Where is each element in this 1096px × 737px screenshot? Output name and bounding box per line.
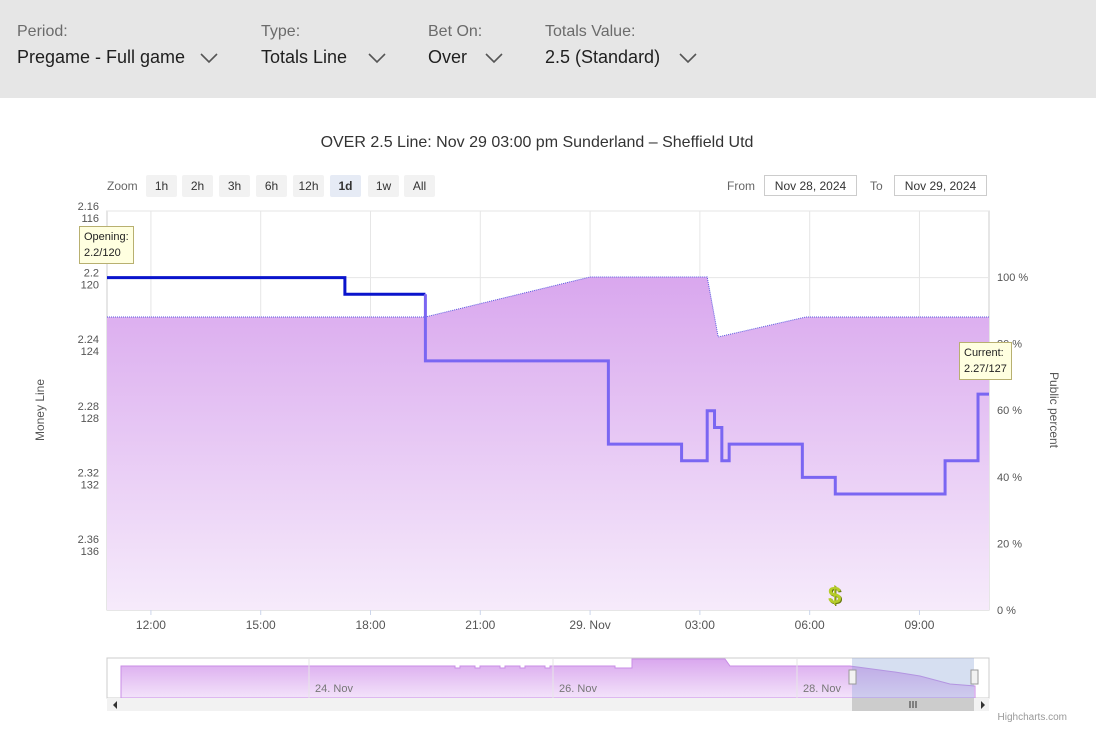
odds-chart: OVER 2.5 Line: Nov 29 03:00 pm Sunderlan… bbox=[33, 134, 1061, 711]
highcharts-credit[interactable]: Highcharts.com bbox=[998, 712, 1067, 723]
y-left-money-label: 136 bbox=[81, 546, 99, 558]
navigator-tick-label: 26. Nov bbox=[559, 683, 597, 695]
type-value[interactable]: Totals Line bbox=[261, 47, 347, 68]
y-right-tick-label: 40 % bbox=[997, 472, 1022, 484]
navigator-series bbox=[120, 658, 976, 699]
y-left-money-label: 128 bbox=[81, 413, 99, 425]
y-axis-left-title: Money Line bbox=[33, 379, 47, 441]
navigator-frame bbox=[106, 657, 990, 699]
navigator-tick-label: 24. Nov bbox=[315, 683, 353, 695]
chevron-down-icon[interactable] bbox=[485, 52, 503, 64]
y-right-tick-label: 0 % bbox=[997, 605, 1016, 617]
x-tick-label: 09:00 bbox=[904, 618, 934, 632]
y-left-tick-label: 2.32 bbox=[78, 467, 99, 479]
x-tick-label: 21:00 bbox=[465, 618, 495, 632]
scrollbar-track bbox=[107, 698, 989, 711]
zoom-button-6h[interactable]: 6h bbox=[256, 175, 287, 197]
x-tick-label: 15:00 bbox=[246, 618, 276, 632]
chevron-down-icon[interactable] bbox=[368, 52, 386, 64]
navigator-handle bbox=[848, 669, 857, 685]
y-right-tick-label: 100 % bbox=[997, 272, 1028, 284]
opening-tooltip-value: 2.2/120 bbox=[84, 247, 121, 259]
y-right-tick-label: 20 % bbox=[997, 538, 1022, 550]
zoom-button-3h[interactable]: 3h bbox=[219, 175, 250, 197]
zoom-button-1d[interactable]: 1d bbox=[330, 175, 361, 197]
y-left-money-label: 132 bbox=[81, 479, 99, 491]
y-right-tick-label: 60 % bbox=[997, 405, 1022, 417]
y-left-tick-label: 2.2 bbox=[84, 268, 99, 280]
bet-on-value[interactable]: Over bbox=[428, 47, 467, 68]
period-label: Period: bbox=[17, 23, 68, 40]
y-left-tick-label: 2.36 bbox=[78, 534, 99, 546]
x-tick-label: 29. Nov bbox=[569, 618, 610, 632]
y-left-tick-label: 2.16 bbox=[78, 201, 99, 213]
filter-bar: Period: Pregame - Full game Type: Totals… bbox=[0, 0, 1096, 98]
navigator-selection bbox=[852, 658, 974, 698]
zoom-button-12h[interactable]: 12h bbox=[293, 175, 324, 197]
x-tick-label: 06:00 bbox=[795, 618, 825, 632]
chevron-down-icon[interactable] bbox=[679, 52, 697, 64]
y-left-money-label: 124 bbox=[81, 346, 99, 358]
money-line-late bbox=[423, 294, 989, 496]
navigator-tick-label: 28. Nov bbox=[803, 683, 841, 695]
y-axis-right-title: Public percent bbox=[1047, 372, 1061, 449]
public-percent-area bbox=[107, 277, 989, 610]
type-filter[interactable]: Type: Totals Line bbox=[261, 0, 401, 98]
type-label: Type: bbox=[261, 23, 301, 40]
plot-area bbox=[106, 210, 990, 611]
totals-value-filter[interactable]: Totals Value: 2.5 (Standard) bbox=[545, 0, 725, 98]
bet-on-label: Bet On: bbox=[428, 23, 483, 40]
opening-tooltip-label: Opening: bbox=[84, 231, 129, 243]
totals-value-value[interactable]: 2.5 (Standard) bbox=[545, 47, 660, 68]
period-filter[interactable]: Period: Pregame - Full game bbox=[17, 0, 237, 98]
scroll-left-icon bbox=[113, 701, 117, 709]
y-left-tick-label: 2.24 bbox=[78, 334, 99, 346]
zoom-button-1w[interactable]: 1w bbox=[368, 175, 399, 197]
zoom-button-All[interactable]: All bbox=[404, 175, 435, 197]
chevron-down-icon[interactable] bbox=[200, 52, 218, 64]
money-line-early bbox=[107, 276, 426, 296]
from-label: From bbox=[727, 179, 755, 193]
scroll-right-icon bbox=[981, 701, 985, 709]
zoom-label: Zoom bbox=[107, 179, 138, 193]
y-left-tick-label: 2.28 bbox=[78, 401, 99, 413]
x-tick-label: 03:00 bbox=[685, 618, 715, 632]
to-date-input[interactable]: Nov 29, 2024 bbox=[894, 175, 987, 196]
zoom-button-2h[interactable]: 2h bbox=[182, 175, 213, 197]
navigator-handle bbox=[970, 669, 979, 685]
public-percent-line bbox=[107, 276, 989, 338]
chart-title: OVER 2.5 Line: Nov 29 03:00 pm Sunderlan… bbox=[321, 134, 754, 151]
dollar-icon[interactable]: $ bbox=[828, 582, 841, 610]
y-left-money-label: 120 bbox=[81, 280, 99, 292]
current-tooltip-label: Current: bbox=[964, 347, 1004, 359]
opening-tooltip: Opening: 2.2/120 bbox=[79, 226, 134, 264]
period-value[interactable]: Pregame - Full game bbox=[17, 47, 185, 68]
totals-value-label: Totals Value: bbox=[545, 23, 636, 40]
bet-on-filter[interactable]: Bet On: Over bbox=[428, 0, 528, 98]
y-left-money-label: 116 bbox=[81, 213, 99, 225]
x-tick-label: 12:00 bbox=[136, 618, 166, 632]
x-tick-label: 18:00 bbox=[355, 618, 385, 632]
from-date-input[interactable]: Nov 28, 2024 bbox=[764, 175, 857, 196]
scrollbar-thumb bbox=[852, 698, 974, 711]
zoom-button-1h[interactable]: 1h bbox=[146, 175, 177, 197]
to-label: To bbox=[870, 179, 883, 193]
current-tooltip-value: 2.27/127 bbox=[964, 363, 1007, 375]
current-tooltip: Current: 2.27/127 bbox=[959, 342, 1012, 380]
